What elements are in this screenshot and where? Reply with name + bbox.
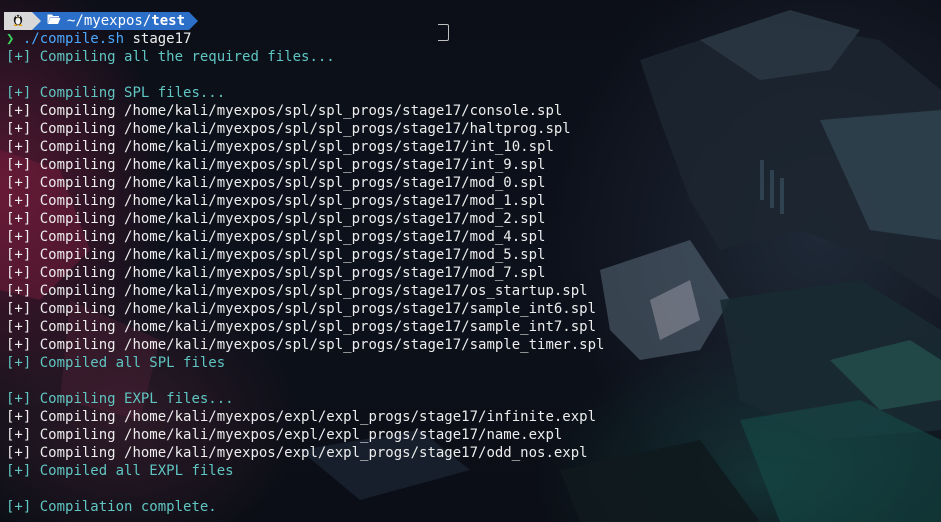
status-tag: [+] <box>6 157 32 173</box>
prompt-separator-arrow <box>32 12 41 30</box>
output-text: Compiling /home/kali/myexpos/expl/expl_p… <box>31 409 597 425</box>
status-tag: [+] <box>6 319 32 335</box>
command-script: ./compile.sh <box>22 31 125 47</box>
prompt-symbol: ❯ <box>6 31 15 47</box>
output-line: [+] Compiling /home/kali/myexpos/spl/spl… <box>6 318 604 336</box>
terminal-output[interactable]: ❯ ./compile.sh stage17 [+] Compiling all… <box>6 30 604 516</box>
terminal-window[interactable]: ~/myexpos/test ❯ ./compile.sh stage17 [+… <box>0 0 941 522</box>
output-text: Compiling SPL files... <box>31 85 226 101</box>
status-tag: [+] <box>6 211 32 227</box>
status-tag: [+] <box>6 229 32 245</box>
output-text: Compiling /home/kali/myexpos/spl/spl_pro… <box>31 319 597 335</box>
output-line: [+] Compiling /home/kali/myexpos/spl/spl… <box>6 300 604 318</box>
output-line: [+] Compiled all EXPL files <box>6 462 604 480</box>
status-tag: [+] <box>6 337 32 353</box>
output-line: [+] Compiling /home/kali/myexpos/spl/spl… <box>6 156 604 174</box>
status-tag: [+] <box>6 301 32 317</box>
output-line: [+] Compiling /home/kali/myexpos/spl/spl… <box>6 264 604 282</box>
status-tag: [+] <box>6 49 32 65</box>
path-prefix: ~/myexpos/ <box>67 13 152 29</box>
folder-open-icon <box>47 12 61 30</box>
output-text: Compiling /home/kali/myexpos/spl/spl_pro… <box>31 175 546 191</box>
output-text: Compiling /home/kali/myexpos/spl/spl_pro… <box>31 337 605 353</box>
output-text: Compiling /home/kali/myexpos/spl/spl_pro… <box>31 265 546 281</box>
path-current-dir: test <box>151 13 186 29</box>
status-tag: [+] <box>6 175 32 191</box>
os-segment <box>4 12 32 30</box>
output-line: [+] Compiling /home/kali/myexpos/spl/spl… <box>6 174 604 192</box>
output-text: Compiled all SPL files <box>31 355 226 371</box>
status-tag: [+] <box>6 427 32 443</box>
prompt-end-arrow <box>189 12 199 30</box>
output-text: Compiling /home/kali/myexpos/spl/spl_pro… <box>31 229 546 245</box>
output-text: Compiling /home/kali/myexpos/spl/spl_pro… <box>31 211 546 227</box>
output-line: [+] Compiling /home/kali/myexpos/spl/spl… <box>6 246 604 264</box>
status-tag: [+] <box>6 463 32 479</box>
status-tag: [+] <box>6 85 32 101</box>
output-line: [+] Compiling /home/kali/myexpos/spl/spl… <box>6 192 604 210</box>
status-tag: [+] <box>6 193 32 209</box>
output-text: Compiling /home/kali/myexpos/spl/spl_pro… <box>31 193 546 209</box>
output-line: [+] Compiling SPL files... <box>6 84 604 102</box>
output-line: [+] Compiled all SPL files <box>6 354 604 372</box>
output-line: [+] Compiling /home/kali/myexpos/spl/spl… <box>6 138 604 156</box>
output-text: Compiling /home/kali/myexpos/spl/spl_pro… <box>31 283 588 299</box>
output-text: Compiling all the required files... <box>31 49 335 65</box>
output-line: [+] Compiling /home/kali/myexpos/spl/spl… <box>6 120 604 138</box>
status-tag: [+] <box>6 121 32 137</box>
output-text: Compilation complete. <box>31 499 217 515</box>
status-tag: [+] <box>6 499 32 515</box>
output-line: [+] Compiling EXPL files... <box>6 390 604 408</box>
output-line: [+] Compiling /home/kali/myexpos/spl/spl… <box>6 282 604 300</box>
output-line: [+] Compilation complete. <box>6 498 604 516</box>
output-text: Compiling /home/kali/myexpos/expl/expl_p… <box>31 427 563 443</box>
status-tag: [+] <box>6 139 32 155</box>
output-text: Compiling /home/kali/myexpos/spl/spl_pro… <box>31 103 563 119</box>
status-tag: [+] <box>6 445 32 461</box>
output-line: [+] Compiling all the required files... <box>6 48 604 66</box>
status-tag: [+] <box>6 391 32 407</box>
status-tag: [+] <box>6 283 32 299</box>
output-text: Compiling /home/kali/myexpos/spl/spl_pro… <box>31 247 546 263</box>
output-text: Compiling /home/kali/myexpos/spl/spl_pro… <box>31 139 554 155</box>
output-line: [+] Compiling /home/kali/myexpos/expl/ex… <box>6 426 604 444</box>
status-tag: [+] <box>6 409 32 425</box>
command-line: ❯ ./compile.sh stage17 <box>6 30 604 48</box>
output-line: [+] Compiling /home/kali/myexpos/expl/ex… <box>6 408 604 426</box>
output-text: Compiling EXPL files... <box>31 391 234 407</box>
prompt-segment-bar: ~/myexpos/test <box>4 12 199 30</box>
path-segment: ~/myexpos/test <box>41 12 190 30</box>
output-text: Compiling /home/kali/myexpos/spl/spl_pro… <box>31 301 597 317</box>
output-line: [+] Compiling /home/kali/myexpos/spl/spl… <box>6 336 604 354</box>
output-line: [+] Compiling /home/kali/myexpos/expl/ex… <box>6 444 604 462</box>
output-text: Compiling /home/kali/myexpos/expl/expl_p… <box>31 445 588 461</box>
output-text: Compiling /home/kali/myexpos/spl/spl_pro… <box>31 121 571 137</box>
linux-penguin-icon <box>12 12 24 31</box>
command-argument: stage17 <box>124 31 192 47</box>
status-tag: [+] <box>6 103 32 119</box>
output-text: Compiled all EXPL files <box>31 463 234 479</box>
status-tag: [+] <box>6 265 32 281</box>
output-text: Compiling /home/kali/myexpos/spl/spl_pro… <box>31 157 546 173</box>
status-tag: [+] <box>6 355 32 371</box>
output-line: [+] Compiling /home/kali/myexpos/spl/spl… <box>6 210 604 228</box>
output-line: [+] Compiling /home/kali/myexpos/spl/spl… <box>6 228 604 246</box>
output-line: [+] Compiling /home/kali/myexpos/spl/spl… <box>6 102 604 120</box>
status-tag: [+] <box>6 247 32 263</box>
